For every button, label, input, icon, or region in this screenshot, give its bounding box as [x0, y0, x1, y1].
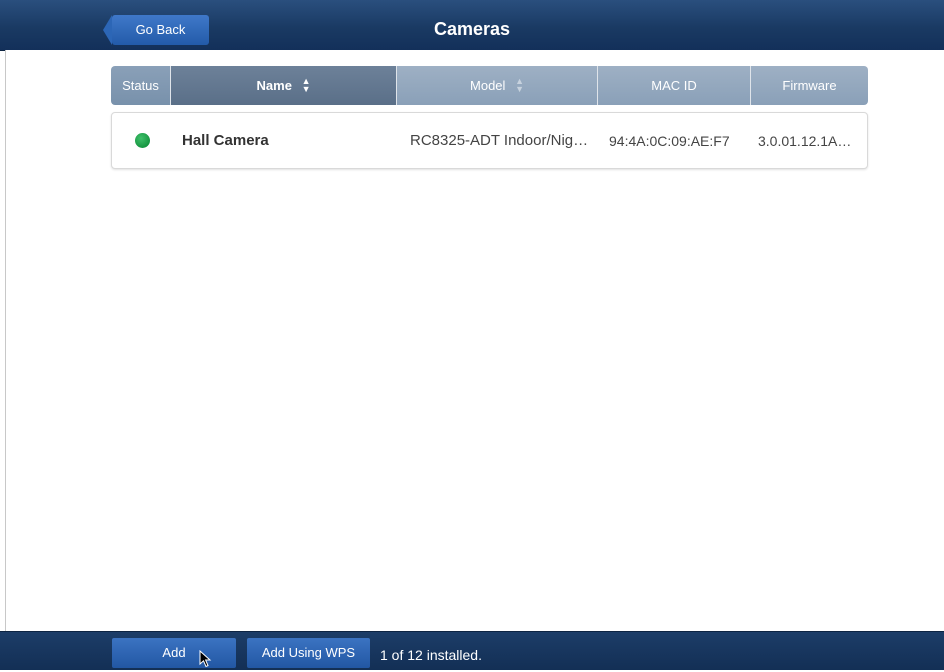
column-header-label: Firmware [782, 78, 837, 93]
camera-firmware: 3.0.01.12.1A… [758, 132, 852, 149]
column-header-label: Status [122, 78, 159, 93]
table-header: Status Name ▲ ▼ Model ▲ ▼ MAC ID Firmware [111, 66, 868, 105]
bottom-bar: Add Add Using WPS 1 of 12 installed. [0, 631, 944, 670]
top-bar: Go Back Cameras [0, 0, 944, 51]
add-using-wps-button[interactable]: Add Using WPS [247, 638, 370, 668]
add-button[interactable]: Add [112, 638, 236, 668]
installed-count: 1 of 12 installed. [380, 647, 482, 663]
status-online-icon [134, 133, 150, 148]
table-row[interactable]: Hall Camera RC8325-ADT Indoor/Nig… 94:4A… [111, 112, 868, 169]
go-back-button[interactable]: Go Back [103, 15, 209, 45]
column-header-label: Name [256, 78, 292, 93]
camera-model: RC8325-ADT Indoor/Nig… [410, 132, 589, 149]
sort-arrows-icon: ▲ ▼ [301, 75, 311, 94]
column-header-label: MAC ID [651, 78, 697, 93]
column-header-name[interactable]: Name ▲ ▼ [171, 66, 397, 105]
status-cell [112, 133, 172, 148]
camera-mac-id: 94:4A:0C:09:AE:F7 [609, 132, 730, 149]
column-header-model[interactable]: Model ▲ ▼ [397, 66, 598, 105]
camera-name: Hall Camera [182, 132, 269, 149]
column-header-firmware: Firmware [751, 66, 868, 105]
column-header-label: Model [470, 78, 506, 93]
column-header-mac-id: MAC ID [598, 66, 751, 105]
column-header-status: Status [111, 66, 171, 105]
sort-arrows-icon: ▲ ▼ [515, 75, 524, 94]
